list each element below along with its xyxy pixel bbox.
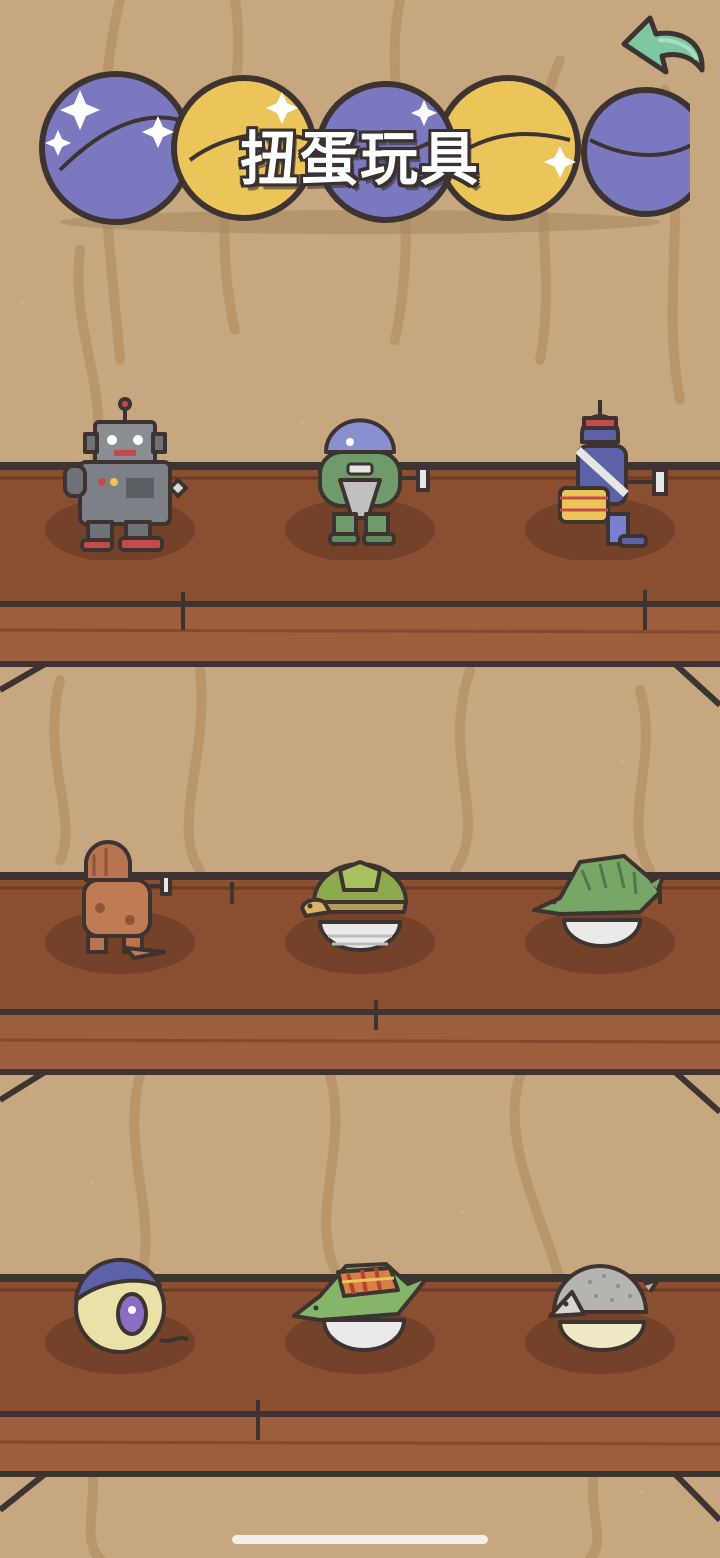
tin-robot-icon	[45, 397, 195, 560]
shelf-3	[0, 1200, 720, 1410]
chameleon-icon	[285, 1262, 435, 1374]
toy-slot-drummer-soldier[interactable]	[520, 390, 680, 560]
toy-slot-tortoise[interactable]	[280, 830, 440, 1000]
rust-robot-icon	[45, 840, 195, 974]
toy-slot-grey-hedgehog[interactable]	[520, 1230, 680, 1400]
armored-fish-icon	[525, 854, 675, 974]
toy-slot-striped-chameleon[interactable]	[280, 1230, 440, 1400]
toy-slot-armored-fish[interactable]	[520, 830, 680, 1000]
shelf-1	[0, 390, 720, 600]
toy-slot-rust-robot-bird[interactable]	[40, 830, 200, 1000]
toy-slot-purple-eye-creature[interactable]	[40, 1230, 200, 1400]
drummer-toy-icon	[525, 400, 675, 560]
page-title: 扭蛋玩具	[239, 125, 480, 193]
dome-robot-icon	[285, 418, 435, 560]
tortoise-icon	[285, 860, 435, 974]
toy-slot-green-dome-robot[interactable]	[280, 390, 440, 560]
toy-slot-tin-robot[interactable]	[40, 390, 200, 560]
home-indicator[interactable]	[232, 1535, 488, 1544]
gacha-toys-screen: 扭蛋玩具	[0, 0, 720, 1558]
hedgehog-icon	[525, 1264, 675, 1374]
eye-creature-icon	[45, 1257, 195, 1374]
shelf-2	[0, 800, 720, 1010]
